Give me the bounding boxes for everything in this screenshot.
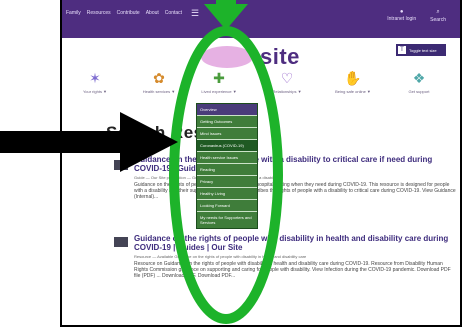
result-snippet: Resource on Guidance on the rights of pe… bbox=[134, 261, 451, 279]
search-result-2: Guidance on the rights of people with di… bbox=[134, 234, 456, 279]
family-icon: ✿ bbox=[153, 70, 165, 86]
dropdown-item[interactable]: Looking Forward bbox=[197, 199, 257, 211]
user-icon: ● bbox=[399, 9, 404, 15]
hamburger-icon[interactable]: ☰ bbox=[191, 9, 199, 18]
nav-link-contribute[interactable]: Contribute bbox=[117, 10, 140, 16]
dropdown-item[interactable]: Mind Issues bbox=[197, 127, 257, 139]
dropdown-item[interactable]: Health service Issues bbox=[197, 151, 257, 163]
category-get-support[interactable]: ❖ Get support bbox=[396, 70, 442, 94]
search-link[interactable]: ⌕ Search bbox=[430, 9, 446, 23]
search-label: Search bbox=[430, 17, 446, 23]
nav-link-about[interactable]: About bbox=[146, 10, 159, 16]
browser-page: Family Resources Contribute About Contac… bbox=[60, 0, 462, 327]
hand-icon: ✋ bbox=[344, 70, 362, 86]
toggle-text-size-label: Toggle text size bbox=[409, 47, 437, 53]
search-result-1: Guidance on the rights of people with a … bbox=[134, 155, 456, 200]
category-relationships[interactable]: ♡ Relationships ▼ bbox=[264, 70, 310, 94]
nav-link-contact[interactable]: Contact bbox=[165, 10, 182, 16]
category-lived-experience[interactable]: ✚ Lived experience ▼ bbox=[196, 70, 242, 94]
dropdown-item[interactable]: Healthy Living bbox=[197, 187, 257, 199]
people-icon: ✶ bbox=[89, 70, 101, 86]
result-snippet: Guidance on the rights of people with a … bbox=[134, 182, 456, 200]
category-label: Relationships ▼ bbox=[272, 89, 302, 94]
dropdown-item[interactable]: Privacy bbox=[197, 175, 257, 187]
intranet-login-label: Intranet login bbox=[387, 16, 417, 22]
result-meta: Guide — Our Site publication — Guidance … bbox=[134, 175, 278, 180]
dropdown-item[interactable]: Getting Outcomes bbox=[197, 115, 257, 127]
result-title-link[interactable]: Guidance on the rights of people with a … bbox=[134, 155, 456, 173]
nav-link-family[interactable]: Family bbox=[66, 10, 81, 16]
logo-row: site T Toggle text size bbox=[62, 38, 460, 74]
result-title-link[interactable]: Guidance on the rights of people with di… bbox=[134, 234, 456, 252]
dropdown-header[interactable]: Overview bbox=[197, 104, 257, 115]
dropdown-item[interactable]: My needs for Supporters and Services bbox=[197, 211, 257, 228]
logo-graphic bbox=[201, 46, 253, 68]
heart-icon: ♡ bbox=[280, 70, 294, 86]
category-label: Get support bbox=[408, 89, 430, 94]
site-logo[interactable]: site bbox=[260, 44, 300, 70]
lived-experience-dropdown-menu: Overview Getting Outcomes Mind Issues Co… bbox=[196, 103, 258, 229]
top-navigation-bar: Family Resources Contribute About Contac… bbox=[62, 0, 460, 38]
category-your-rights[interactable]: ✶ Your rights ▼ bbox=[72, 70, 118, 94]
dropdown-item[interactable]: Reading bbox=[197, 163, 257, 175]
category-label: Health services ▼ bbox=[142, 89, 176, 94]
result-thumbnail[interactable] bbox=[114, 237, 128, 247]
nav-link-resources[interactable]: Resources bbox=[87, 10, 111, 16]
category-label: Being safe online ▼ bbox=[335, 89, 371, 94]
category-label: Your rights ▼ bbox=[82, 89, 108, 94]
category-being-safe-online[interactable]: ✋ Being safe online ▼ bbox=[330, 70, 376, 94]
result-meta: Resource — Available Guidance on the rig… bbox=[134, 254, 307, 259]
result-thumbnail[interactable] bbox=[114, 160, 128, 170]
intranet-login-link[interactable]: ● Intranet login bbox=[387, 9, 416, 23]
category-label: Lived experience ▼ bbox=[201, 89, 237, 94]
toggle-text-size-button[interactable]: T Toggle text size bbox=[396, 44, 446, 56]
top-nav-links: Family Resources Contribute About Contac… bbox=[66, 9, 199, 18]
text-size-icon: T bbox=[398, 46, 406, 54]
screenshot-stage: Family Resources Contribute About Contac… bbox=[0, 0, 467, 327]
search-icon: ⌕ bbox=[436, 9, 440, 15]
top-nav-right: ● Intranet login ⌕ Search bbox=[387, 9, 446, 23]
category-menu: ✶ Your rights ▼ ✿ Health services ▼ ✚ Li… bbox=[62, 70, 460, 105]
chat-icon: ❖ bbox=[412, 70, 426, 86]
tools-icon: ✚ bbox=[213, 70, 225, 86]
category-health-services[interactable]: ✿ Health services ▼ bbox=[136, 70, 182, 94]
dropdown-item-covid[interactable]: Coronavirus (COVID-19) bbox=[197, 139, 257, 151]
